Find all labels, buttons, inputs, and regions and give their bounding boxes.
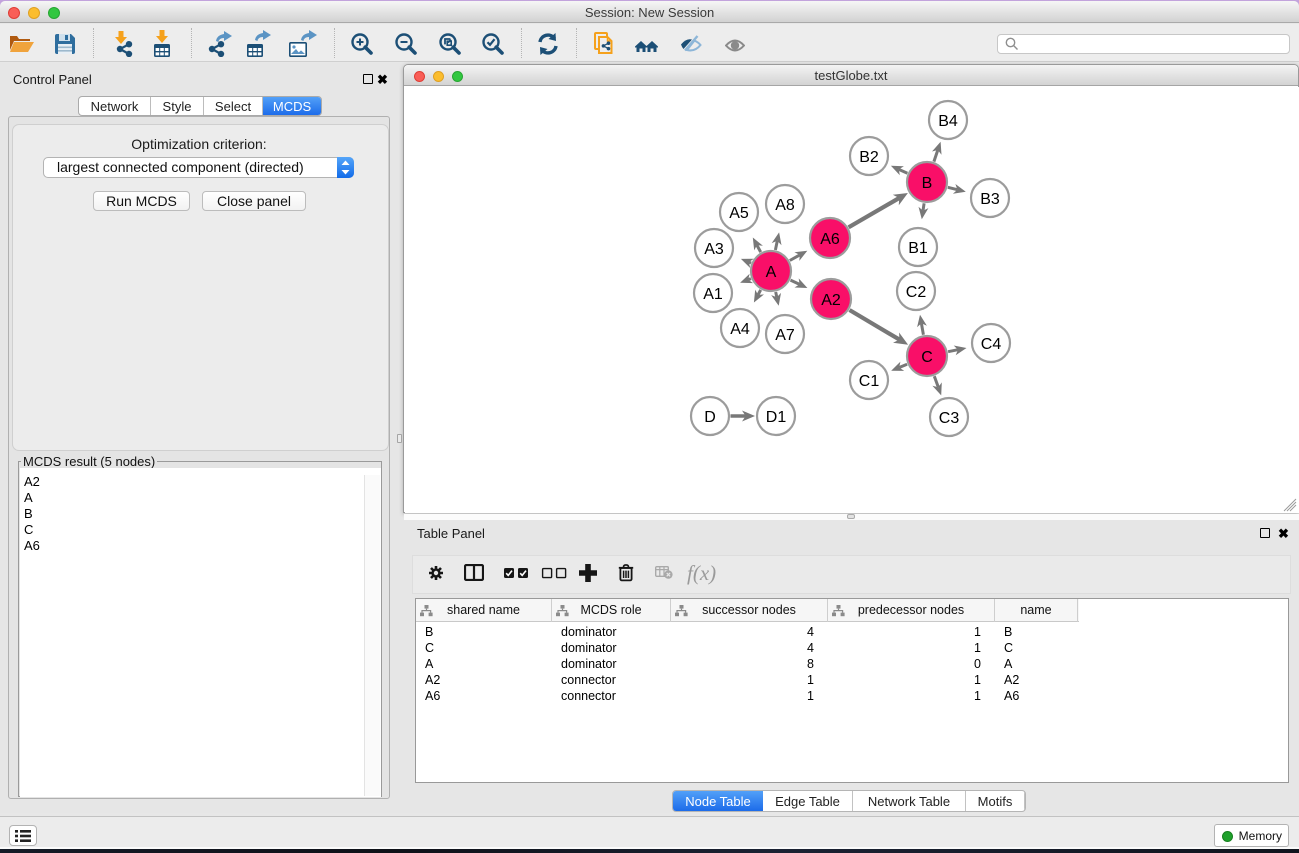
svg-text:B2: B2 bbox=[859, 149, 879, 166]
svg-text:B3: B3 bbox=[980, 191, 1000, 208]
svg-text:C: C bbox=[921, 349, 933, 366]
svg-text:C1: C1 bbox=[859, 373, 880, 390]
svg-text:A6: A6 bbox=[820, 231, 840, 248]
svg-text:D1: D1 bbox=[766, 409, 787, 426]
svg-text:D: D bbox=[704, 409, 716, 426]
svg-text:C4: C4 bbox=[981, 336, 1002, 353]
svg-text:C2: C2 bbox=[906, 284, 927, 301]
svg-text:A: A bbox=[766, 264, 777, 281]
svg-text:A3: A3 bbox=[704, 241, 724, 258]
svg-text:A8: A8 bbox=[775, 197, 795, 214]
svg-text:C3: C3 bbox=[939, 410, 960, 427]
svg-text:B: B bbox=[922, 175, 933, 192]
svg-text:B1: B1 bbox=[908, 240, 928, 257]
svg-text:A7: A7 bbox=[775, 327, 795, 344]
svg-text:A4: A4 bbox=[730, 321, 750, 338]
svg-text:A1: A1 bbox=[703, 286, 723, 303]
svg-text:A2: A2 bbox=[821, 292, 841, 309]
svg-text:B4: B4 bbox=[938, 113, 958, 130]
svg-text:A5: A5 bbox=[729, 205, 749, 222]
